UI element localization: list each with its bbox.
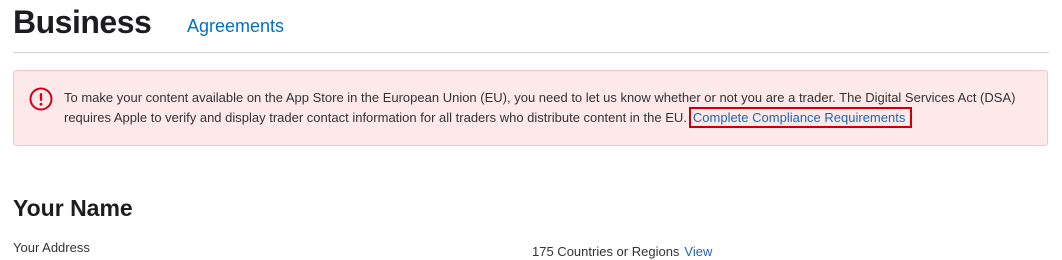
alert-message-block: To make your content available on the Ap…: [64, 88, 1039, 128]
countries-regions-count: 175 Countries or Regions: [532, 244, 680, 259]
tab-agreements[interactable]: Agreements: [187, 15, 284, 37]
page-title: Business: [13, 4, 152, 40]
exclamation-circle-icon: [29, 87, 53, 111]
page-header: Business Agreements: [13, 0, 1049, 53]
address-label: Your Address: [13, 240, 90, 255]
complete-compliance-requirements-link[interactable]: Complete Compliance Requirements: [688, 107, 913, 128]
view-countries-link[interactable]: View: [684, 244, 712, 259]
trader-compliance-alert: To make your content available on the Ap…: [13, 70, 1048, 146]
countries-regions-row: 175 Countries or Regions View: [532, 243, 712, 260]
account-name-heading: Your Name: [13, 195, 133, 221]
